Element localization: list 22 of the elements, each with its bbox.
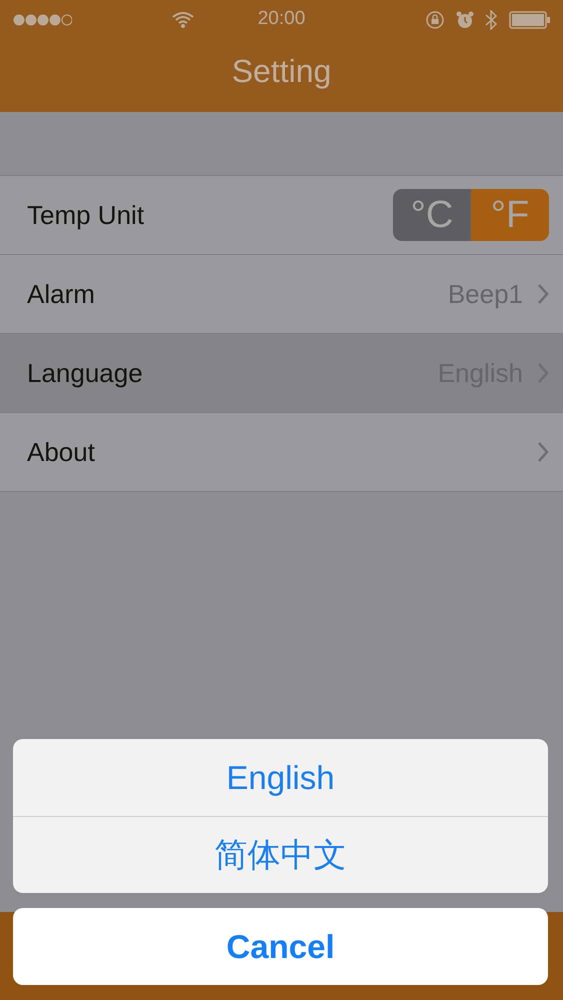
unit-toggle[interactable]: °C °F bbox=[393, 189, 549, 241]
unit-option[interactable]: °F bbox=[471, 189, 549, 241]
settings-row[interactable]: About bbox=[0, 412, 563, 492]
chevron-icon bbox=[537, 283, 549, 305]
settings-row[interactable]: Temp Unit °C °F bbox=[0, 175, 563, 254]
chevron-icon bbox=[537, 441, 549, 463]
battery-icon bbox=[509, 11, 551, 29]
nav-title: Setting bbox=[232, 52, 332, 90]
alarm-icon bbox=[455, 10, 475, 30]
sheet-option[interactable]: English bbox=[13, 739, 548, 816]
row-label: Alarm bbox=[27, 278, 96, 310]
row-label: Temp Unit bbox=[27, 200, 146, 230]
row-label: About bbox=[27, 436, 96, 468]
unit-option[interactable]: °C bbox=[393, 189, 471, 241]
bluetooth-icon bbox=[485, 10, 497, 30]
sheet-option[interactable]: 简体中文 bbox=[13, 816, 548, 893]
status-time: 20:00 bbox=[258, 8, 306, 30]
wifi-icon bbox=[172, 12, 194, 28]
signal-icon bbox=[12, 13, 72, 27]
cancel-button[interactable]: Cancel bbox=[13, 908, 548, 985]
rotation-lock-icon bbox=[425, 10, 445, 30]
row-label: Language bbox=[27, 358, 144, 388]
